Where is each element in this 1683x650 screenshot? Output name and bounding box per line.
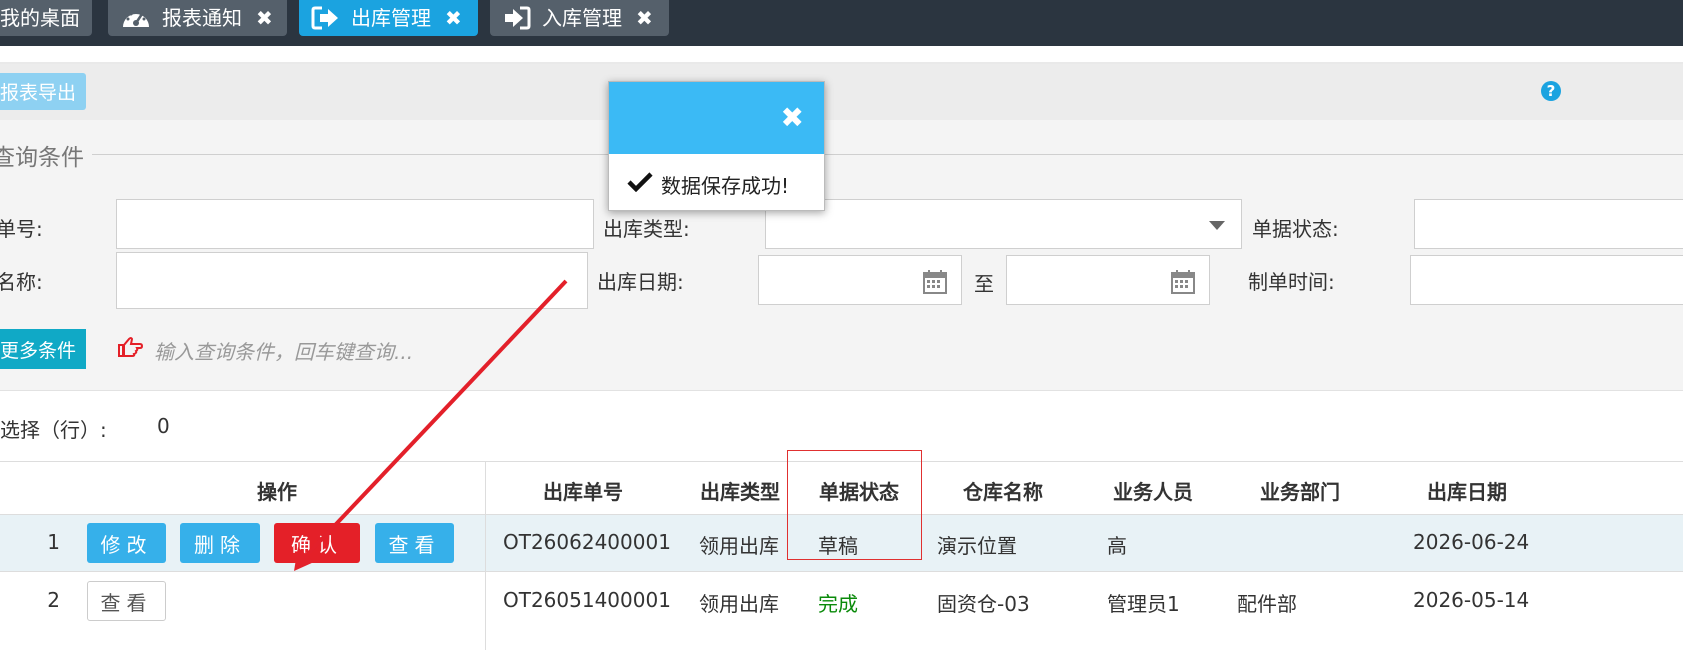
order-no-input[interactable] — [116, 199, 594, 249]
help-icon[interactable]: ? — [1541, 81, 1561, 101]
row-number: 2 — [47, 588, 60, 612]
name-input[interactable] — [116, 252, 588, 309]
action-column-divider — [485, 461, 486, 650]
cell-out-date: 2026-06-24 — [1413, 530, 1530, 554]
query-legend: 查询条件 — [0, 145, 84, 171]
selected-rows-count: 0 — [157, 414, 170, 438]
edit-button[interactable]: 修改 — [87, 523, 166, 563]
out-date-start-input[interactable] — [758, 255, 962, 305]
row-number: 1 — [47, 530, 60, 554]
close-icon[interactable]: ✖ — [636, 6, 653, 30]
view-button[interactable]: 查看 — [375, 523, 454, 563]
dashboard-icon — [120, 5, 152, 31]
toast-message: 数据保存成功! — [661, 174, 790, 198]
out-date-label: 出库日期: — [597, 270, 684, 294]
check-icon — [627, 172, 653, 196]
cell-department: 配件部 — [1237, 592, 1297, 616]
tab-inbound-management[interactable]: 入库管理 ✖ — [490, 0, 669, 36]
success-toast: ✖ 数据保存成功! — [608, 81, 825, 211]
close-icon[interactable]: ✖ — [445, 6, 462, 30]
tab-outbound-management-label: 出库管理 — [351, 6, 431, 30]
column-header-department[interactable]: 业务部门 — [1260, 476, 1340, 505]
close-icon[interactable]: ✖ — [781, 104, 804, 132]
cell-order-no: OT26062400001 — [503, 530, 671, 554]
cell-out-type: 领用出库 — [699, 534, 779, 558]
view-button[interactable]: 查看 — [87, 581, 166, 621]
column-header-actions: 操作 — [257, 480, 297, 504]
section-divider — [0, 390, 1683, 391]
create-time-label: 制单时间: — [1248, 270, 1335, 294]
out-date-end-input[interactable] — [1006, 255, 1210, 305]
cell-warehouse: 演示位置 — [937, 534, 1017, 558]
tab-report-notice[interactable]: 报表通知 ✖ — [108, 0, 287, 36]
delete-button[interactable]: 删除 — [180, 523, 260, 563]
out-type-select[interactable] — [765, 199, 1242, 249]
name-label: 名称: — [0, 270, 43, 294]
tab-desktop-label: 我的桌面 — [0, 6, 80, 30]
cell-order-no: OT26051400001 — [503, 588, 671, 612]
cell-warehouse: 固资仓-03 — [937, 592, 1030, 616]
column-header-out-type[interactable]: 出库类型 — [700, 476, 780, 505]
cell-out-date: 2026-05-14 — [1413, 588, 1530, 612]
calendar-icon[interactable] — [1171, 270, 1195, 298]
chevron-down-icon — [1209, 221, 1225, 230]
date-range-separator: 至 — [974, 272, 994, 296]
calendar-icon[interactable] — [923, 270, 947, 298]
report-export-button[interactable]: 报表导出 — [0, 73, 86, 110]
out-type-label: 出库类型: — [603, 217, 690, 241]
doc-status-label: 单据状态: — [1252, 217, 1339, 241]
column-header-out-date[interactable]: 出库日期 — [1427, 476, 1507, 505]
tab-desktop[interactable]: 我的桌面 — [0, 0, 92, 36]
create-time-input[interactable] — [1410, 255, 1683, 305]
query-hint-text: 输入查询条件，回车键查询... — [154, 340, 414, 364]
column-header-staff[interactable]: 业务人员 — [1113, 476, 1193, 505]
tab-report-notice-label: 报表通知 — [162, 6, 242, 30]
doc-status-select[interactable] — [1414, 199, 1683, 249]
sign-in-icon — [502, 5, 532, 31]
sign-out-icon — [311, 5, 341, 31]
tab-outbound-management[interactable]: 出库管理 ✖ — [299, 0, 478, 36]
annotation-highlight-box — [787, 450, 922, 560]
cell-staff: 高 — [1107, 534, 1127, 558]
more-conditions-button[interactable]: 更多条件 — [0, 329, 86, 369]
selected-rows-label: 选择（行）: — [0, 418, 107, 442]
tab-inbound-management-label: 入库管理 — [542, 6, 622, 30]
cell-staff: 管理员1 — [1107, 592, 1180, 616]
cell-doc-status: 完成 — [818, 592, 858, 616]
hand-pointer-icon — [117, 336, 144, 362]
cell-out-type: 领用出库 — [699, 592, 779, 616]
column-header-warehouse[interactable]: 仓库名称 — [963, 476, 1043, 505]
order-no-label: 单号: — [0, 217, 43, 241]
close-icon[interactable]: ✖ — [256, 6, 273, 30]
column-header-order-no[interactable]: 出库单号 — [543, 476, 623, 505]
legend-divider — [92, 154, 1683, 155]
toolbar — [0, 64, 1683, 120]
confirm-button[interactable]: 确认 — [274, 523, 360, 563]
